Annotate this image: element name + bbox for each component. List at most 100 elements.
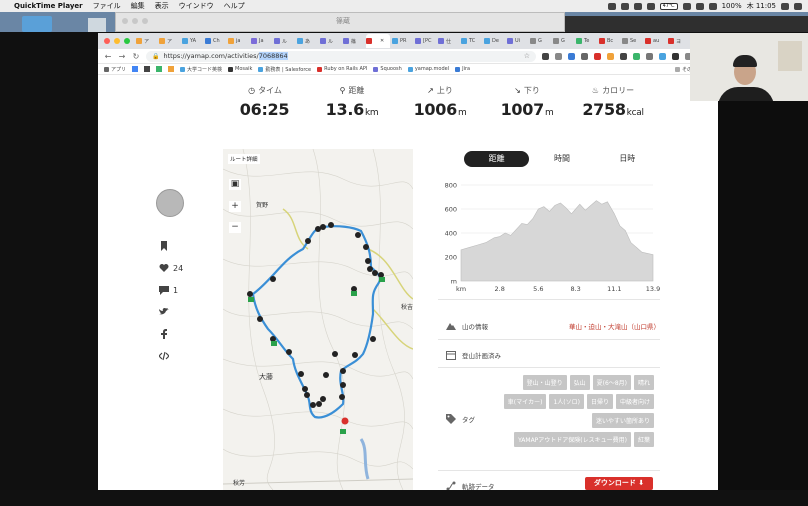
bookmark-item[interactable]: Squoosh bbox=[373, 66, 402, 72]
tag-chip[interactable]: 日帰り bbox=[586, 394, 613, 409]
close-icon[interactable] bbox=[122, 18, 128, 24]
bookmark-apps[interactable]: アプリ bbox=[104, 66, 126, 73]
bookmark-item[interactable]: 勤務表 | Salesforce bbox=[258, 66, 311, 73]
tab-datetime[interactable]: 日時 bbox=[595, 151, 660, 167]
extension-icon[interactable] bbox=[646, 52, 653, 60]
bluetooth-icon[interactable] bbox=[682, 2, 691, 10]
browser-tab[interactable]: 篠 bbox=[343, 35, 364, 47]
mountain-link[interactable]: 華山・迫山・大滝山（山口県） bbox=[569, 321, 660, 331]
status-icon[interactable] bbox=[607, 2, 616, 10]
extension-icon[interactable] bbox=[620, 52, 627, 60]
volume-icon[interactable] bbox=[708, 2, 717, 10]
facebook-icon[interactable] bbox=[159, 329, 169, 339]
menu-window[interactable]: ウインドウ bbox=[179, 1, 214, 11]
route-map[interactable]: 大藤 賀野 秋吉 秋芳 ルート詳細 ▣ + − bbox=[223, 149, 413, 490]
tag-chip[interactable]: 弘山 bbox=[569, 375, 590, 390]
browser-tab[interactable]: Se bbox=[622, 35, 643, 47]
extension-icon[interactable] bbox=[594, 52, 601, 60]
forward-button[interactable]: → bbox=[118, 52, 126, 61]
tag-chip[interactable]: 1人(ソロ) bbox=[549, 394, 584, 409]
tab-time[interactable]: 時間 bbox=[529, 151, 594, 167]
menu-edit[interactable]: 編集 bbox=[131, 1, 145, 11]
address-bar[interactable]: 🔒 https://yamap.com/activities/7068864 ☆ bbox=[146, 50, 536, 62]
desktop-file-icon[interactable] bbox=[88, 18, 106, 32]
browser-tab[interactable]: あ bbox=[297, 35, 318, 47]
browser-tab[interactable]: 仕 bbox=[438, 35, 459, 47]
status-icon[interactable] bbox=[646, 2, 655, 10]
extension-icon[interactable] bbox=[607, 52, 614, 60]
menu-help[interactable]: ヘルプ bbox=[224, 1, 245, 11]
browser-tab[interactable]: Ch bbox=[205, 35, 226, 47]
battery-percent[interactable]: 100% bbox=[722, 2, 742, 10]
heart-icon[interactable] bbox=[159, 263, 169, 273]
extension-icon[interactable] bbox=[633, 52, 640, 60]
wifi-icon[interactable] bbox=[695, 2, 704, 10]
bookmark-item[interactable]: 大学コード英検 bbox=[180, 66, 222, 73]
download-button[interactable]: ダウンロード ⬇ bbox=[585, 477, 653, 490]
extension-icon[interactable] bbox=[659, 52, 666, 60]
browser-tab[interactable]: au bbox=[645, 35, 666, 47]
camera-icon[interactable]: ▣ bbox=[229, 179, 241, 190]
embed-code-icon[interactable] bbox=[159, 351, 169, 361]
google-icon[interactable] bbox=[132, 66, 139, 72]
extension-icon[interactable] bbox=[581, 52, 588, 60]
bookmark-item[interactable]: yamap.model bbox=[407, 66, 449, 72]
browser-tab[interactable]: Ui bbox=[507, 35, 528, 47]
browser-tab[interactable]: YA bbox=[182, 35, 203, 47]
reload-button[interactable]: ↻ bbox=[132, 52, 140, 61]
zoom-out-button[interactable]: − bbox=[229, 222, 241, 233]
menu-file[interactable]: ファイル bbox=[93, 1, 121, 11]
bookmark-star-icon[interactable]: ☆ bbox=[524, 52, 530, 60]
browser-tab[interactable]: Ja bbox=[251, 35, 272, 47]
browser-tab[interactable]: Te bbox=[576, 35, 597, 47]
browser-tab-active[interactable]: ✕ bbox=[366, 34, 390, 48]
desktop-folder-icon[interactable] bbox=[22, 16, 52, 32]
browser-tab[interactable]: ル bbox=[274, 35, 295, 47]
browser-tab[interactable]: PR bbox=[392, 35, 413, 47]
browser-tab[interactable]: ア bbox=[136, 35, 157, 47]
status-icon[interactable] bbox=[633, 2, 642, 10]
twitter-icon[interactable] bbox=[159, 307, 169, 317]
browser-tab[interactable]: G bbox=[530, 35, 551, 47]
browser-tab[interactable]: De bbox=[484, 35, 505, 47]
bookmark-item[interactable]: Ruby on Rails API bbox=[317, 66, 367, 72]
github-icon[interactable] bbox=[144, 66, 151, 72]
close-tab-icon[interactable]: ✕ bbox=[380, 38, 384, 44]
tag-chip[interactable]: 車(マイカー) bbox=[503, 394, 547, 409]
clock[interactable]: 木 11:05 bbox=[747, 1, 776, 11]
extension-icon[interactable] bbox=[672, 52, 679, 60]
zoom-in-button[interactable]: + bbox=[229, 201, 241, 212]
browser-tab[interactable]: ヨ bbox=[668, 35, 689, 47]
extension-icon[interactable] bbox=[542, 52, 549, 60]
browser-tab[interactable]: TC bbox=[461, 35, 482, 47]
tag-chip[interactable]: YAMAPアウトドア保険(レスキュー費用) bbox=[514, 432, 631, 447]
menu-view[interactable]: 表示 bbox=[155, 1, 169, 11]
control-center-icon[interactable] bbox=[794, 2, 802, 10]
background-window[interactable]: 篠蔵 bbox=[115, 12, 565, 32]
bookmark-icon[interactable] bbox=[159, 241, 169, 251]
tag-chip[interactable]: 登山・山登り bbox=[522, 375, 567, 390]
browser-tab[interactable]: ア bbox=[159, 35, 180, 47]
bookmark-icon[interactable] bbox=[168, 66, 175, 72]
lock-icon[interactable]: 🔒 bbox=[152, 53, 159, 60]
tag-chip[interactable]: 中級者向け bbox=[615, 394, 654, 409]
browser-tab[interactable]: ル bbox=[320, 35, 341, 47]
bookmark-item[interactable]: Mosaik bbox=[228, 66, 252, 72]
avatar[interactable] bbox=[156, 189, 184, 217]
zoom-icon[interactable] bbox=[142, 18, 148, 24]
app-name-menu[interactable]: QuickTime Player bbox=[14, 2, 83, 10]
comment-count[interactable]: 1 bbox=[173, 286, 178, 295]
browser-tab[interactable]: ja bbox=[228, 35, 249, 47]
minimize-window-icon[interactable] bbox=[114, 38, 120, 44]
tag-chip[interactable]: 紅葉 bbox=[633, 432, 654, 447]
minimize-icon[interactable] bbox=[132, 18, 138, 24]
bookmark-icon[interactable] bbox=[156, 66, 163, 72]
like-count[interactable]: 24 bbox=[173, 264, 183, 273]
route-detail-label[interactable]: ルート詳細 bbox=[228, 154, 260, 164]
status-icon[interactable] bbox=[620, 2, 629, 10]
tab-distance[interactable]: 距離 bbox=[464, 151, 530, 167]
browser-tab[interactable]: Bc bbox=[599, 35, 620, 47]
comment-icon[interactable] bbox=[159, 285, 169, 295]
close-window-icon[interactable] bbox=[104, 38, 110, 44]
back-button[interactable]: ← bbox=[104, 52, 112, 61]
